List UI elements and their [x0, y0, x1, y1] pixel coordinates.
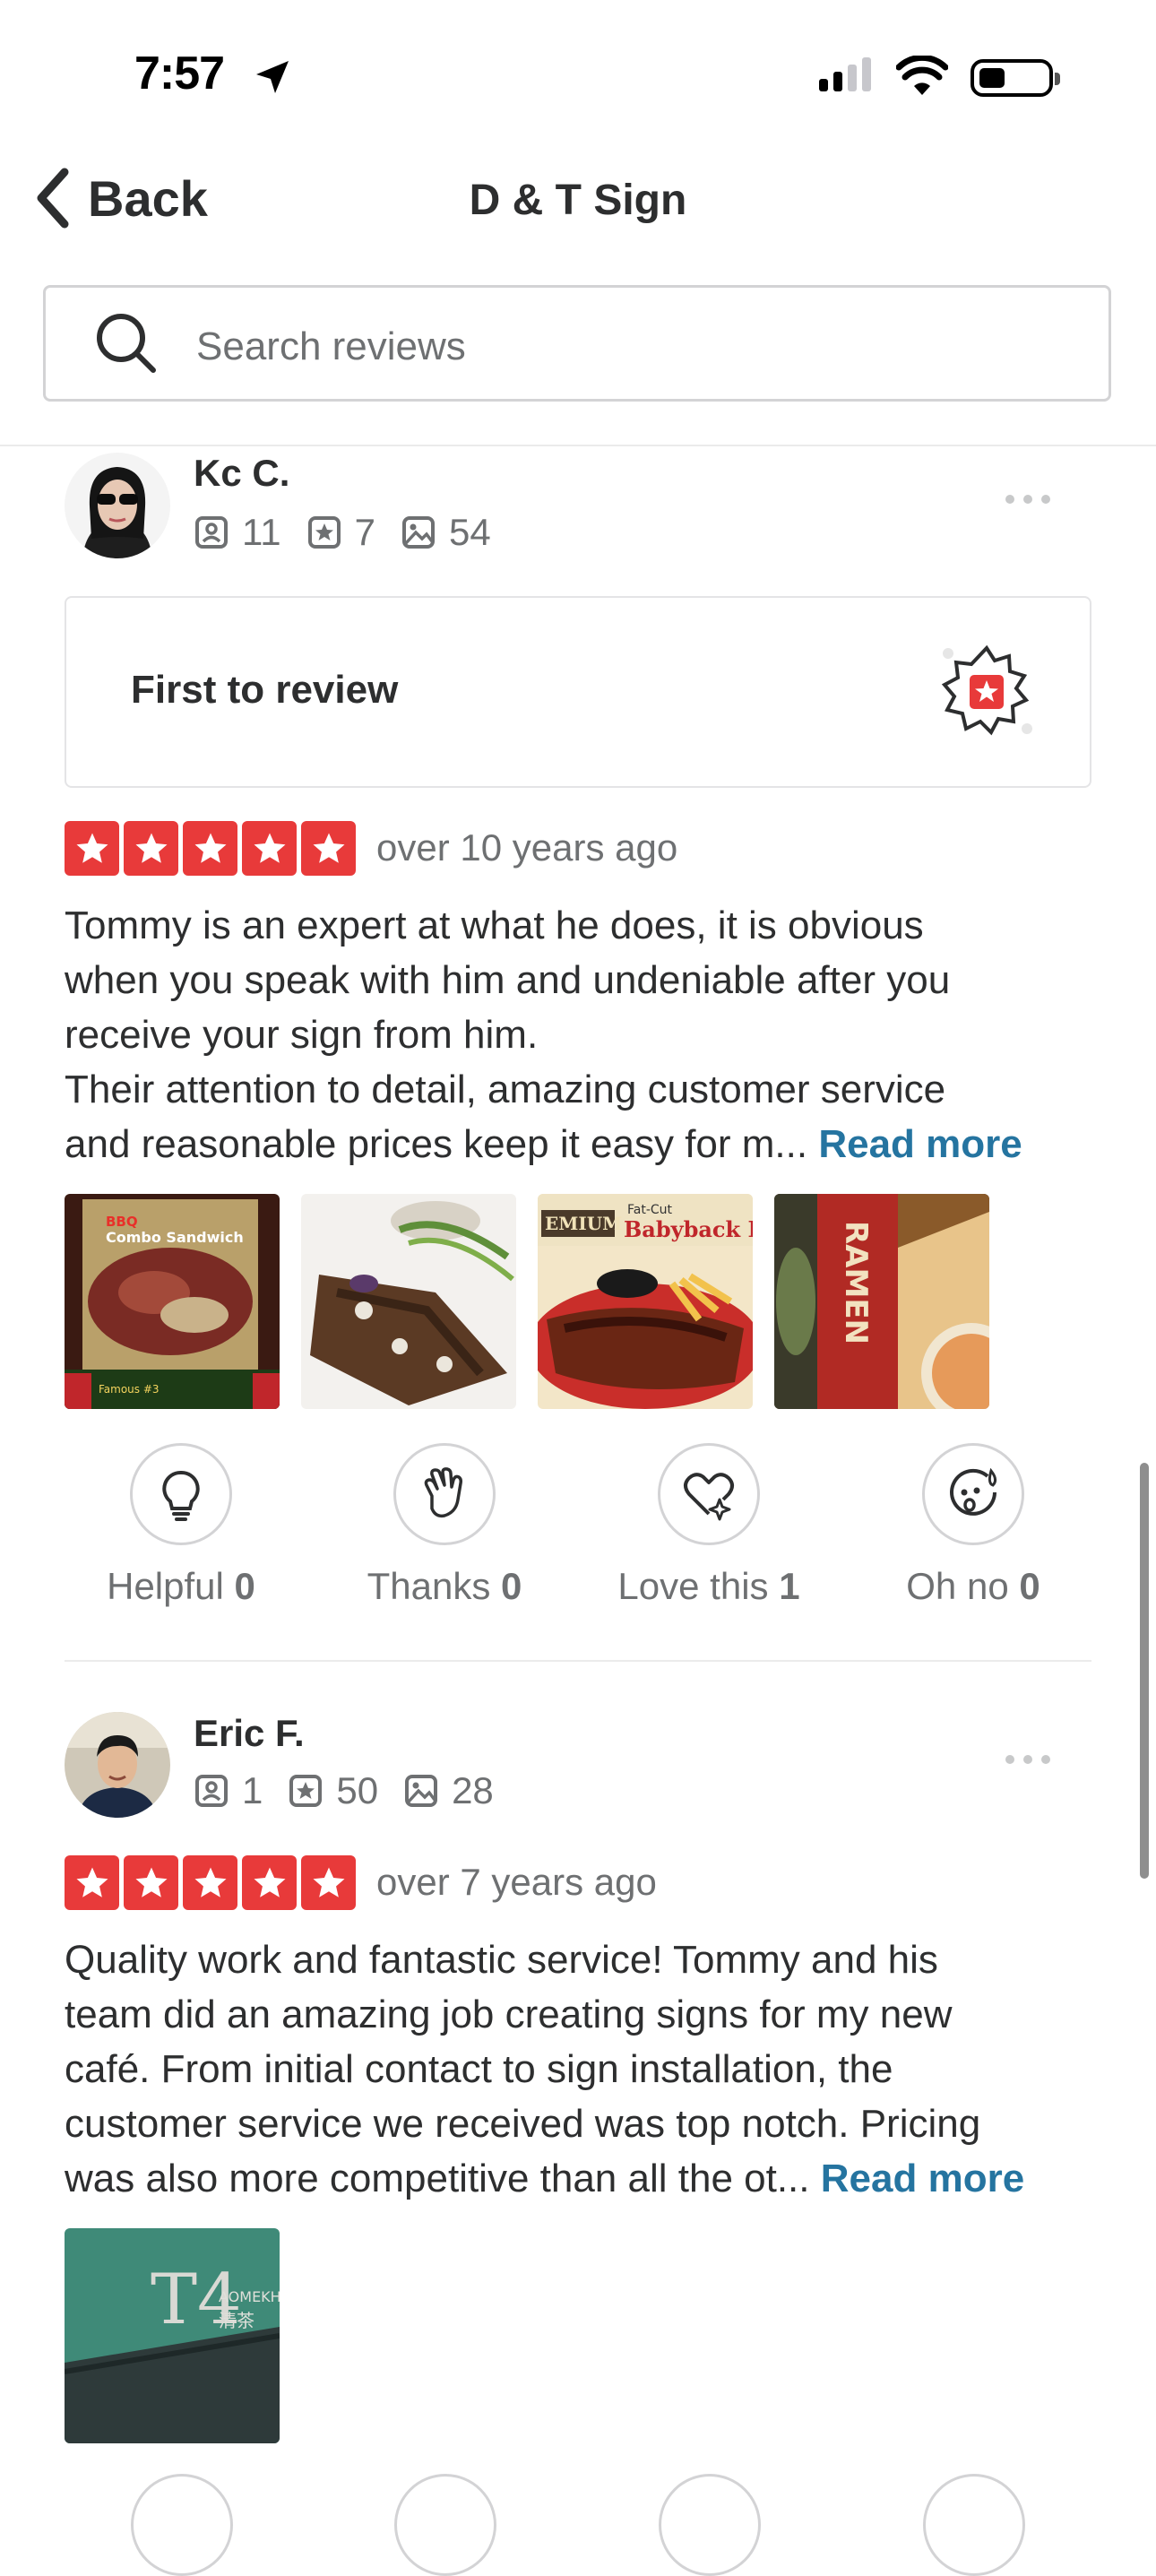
more-options-button[interactable]	[1005, 495, 1050, 504]
thanks-reaction[interactable]: Thanks 0	[346, 1443, 543, 1608]
page-title: D & T Sign	[469, 177, 687, 224]
read-more-link[interactable]: Read more	[818, 1122, 1022, 1166]
search-bar[interactable]	[43, 285, 1111, 402]
review-text: Quality work and fantastic service! Tomm…	[65, 1938, 1025, 2200]
svg-text:AOMEKH: AOMEKH	[219, 2288, 280, 2305]
star-icon	[124, 1855, 178, 1910]
svg-text:EMIUM: EMIUM	[545, 1213, 622, 1234]
star-icon	[242, 821, 297, 876]
review-photo[interactable]: RAMEN	[774, 1194, 989, 1409]
friends-count-stat: 50	[288, 1769, 378, 1812]
photo-icon	[401, 516, 435, 549]
header-divider	[0, 445, 1156, 446]
photos-count-stat: 28	[403, 1769, 494, 1812]
star-rating	[65, 1855, 356, 1910]
heart-sparkle-icon	[684, 1473, 734, 1521]
reviewer-stats: 11 7 54	[194, 511, 516, 554]
review-count-icon	[195, 516, 228, 549]
review-photo[interactable]: BBQ Combo Sandwich Famous #3	[65, 1194, 280, 1409]
thanks-button[interactable]	[394, 2474, 496, 2576]
svg-text:Combo Sandwich: Combo Sandwich	[106, 1229, 244, 1246]
reviewer-name[interactable]: Kc C.	[194, 452, 289, 495]
love-this-button[interactable]	[659, 2474, 761, 2576]
svg-text:BBQ: BBQ	[106, 1214, 138, 1230]
first-review-badge-icon	[941, 644, 1032, 736]
avatar[interactable]	[65, 453, 170, 558]
badge-label: First to review	[131, 668, 399, 712]
read-more-link[interactable]: Read more	[821, 2157, 1024, 2200]
location-arrow-icon	[256, 61, 289, 93]
helpful-button[interactable]	[130, 1443, 232, 1545]
star-icon	[65, 1855, 119, 1910]
love-this-button[interactable]	[658, 1443, 760, 1545]
star-rating	[65, 821, 356, 876]
review-text: Tommy is an expert at what he does, it i…	[65, 903, 1022, 1166]
star-icon	[65, 821, 119, 876]
wave-hand-icon	[424, 1467, 462, 1518]
more-options-button[interactable]	[1005, 1755, 1050, 1764]
star-outline-icon	[307, 516, 341, 549]
wifi-icon	[896, 56, 948, 95]
svg-text:RAMEN: RAMEN	[838, 1221, 874, 1344]
love-this-reaction[interactable]: Love this 1	[610, 1443, 807, 1608]
first-to-review-badge[interactable]: First to review	[65, 596, 1091, 788]
lightbulb-icon	[162, 1470, 200, 1521]
status-time: 7:57	[134, 48, 225, 99]
star-icon	[183, 1855, 237, 1910]
star-icon	[124, 821, 178, 876]
svg-text:Babyback R: Babyback R	[624, 1216, 753, 1242]
reviewer-name[interactable]: Eric F.	[194, 1712, 305, 1755]
review-photo[interactable]	[301, 1194, 516, 1409]
reviews-count-stat: 11	[194, 511, 281, 554]
star-icon	[301, 821, 356, 876]
review-count-icon	[195, 1775, 228, 1807]
search-input[interactable]	[194, 315, 1005, 379]
review-date: over 7 years ago	[376, 1861, 657, 1903]
star-icon	[242, 1855, 297, 1910]
oh-no-face-icon	[950, 1467, 997, 1516]
reviewer-stats: 1 50 28	[194, 1769, 519, 1812]
review-divider	[65, 1660, 1091, 1662]
star-icon	[301, 1855, 356, 1910]
review-photo[interactable]: EMIUM Fat-Cut Babyback R	[538, 1194, 753, 1409]
avatar[interactable]	[65, 1712, 170, 1818]
reviews-count-stat: 1	[194, 1769, 263, 1812]
svg-text:Fat-Cut: Fat-Cut	[627, 1203, 673, 1217]
oh-no-button[interactable]	[922, 1443, 1024, 1545]
scrollbar[interactable]	[1140, 1463, 1149, 1879]
photo-icon	[405, 1775, 438, 1807]
photos-count-stat: 54	[401, 511, 491, 554]
svg-text:Famous #3: Famous #3	[99, 1383, 160, 1396]
helpful-button[interactable]	[131, 2474, 233, 2576]
oh-no-reaction[interactable]: Oh no 0	[875, 1443, 1072, 1608]
thanks-button[interactable]	[393, 1443, 496, 1545]
svg-text:清茶: 清茶	[219, 2310, 254, 2331]
helpful-reaction[interactable]: Helpful 0	[82, 1443, 280, 1608]
oh-no-button[interactable]	[923, 2474, 1025, 2576]
review-photo[interactable]: T4 AOMEKH 清茶	[65, 2228, 280, 2443]
star-outline-icon	[289, 1775, 323, 1807]
review-date: over 10 years ago	[376, 826, 678, 869]
star-icon	[183, 821, 237, 876]
search-icon	[97, 314, 156, 373]
battery-icon	[971, 59, 1060, 97]
friends-count-stat: 7	[306, 511, 375, 554]
